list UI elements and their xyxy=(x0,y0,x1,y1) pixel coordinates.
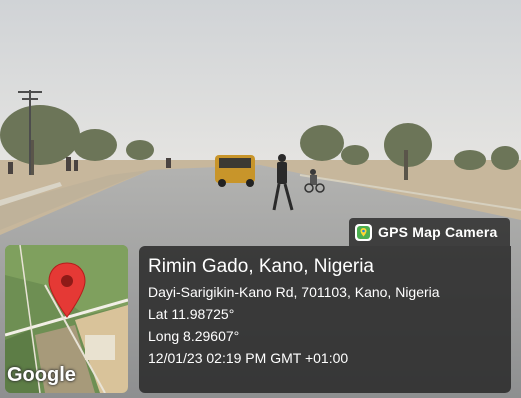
place-title: Rimin Gado, Kano, Nigeria xyxy=(148,256,374,277)
longitude-line: Long 8.29607° xyxy=(148,328,240,344)
map-thumbnail[interactable]: Google xyxy=(5,245,128,393)
latitude-line: Lat 11.98725° xyxy=(148,306,235,322)
datetime-line: 12/01/23 02:19 PM GMT +01:00 xyxy=(148,350,349,366)
tricycle-vehicle xyxy=(215,155,255,187)
location-info-card: Rimin Gado, Kano, Nigeria Dayi-Sarigikin… xyxy=(139,246,511,393)
app-badge-label: GPS Map Camera xyxy=(378,224,498,240)
gps-map-camera-badge: GPS Map Camera xyxy=(349,218,510,246)
address-line: Dayi-Sarigikin-Kano Rd, 701103, Kano, Ni… xyxy=(148,284,440,300)
google-logo: Google xyxy=(7,364,76,386)
map-pin-app-icon xyxy=(355,223,372,241)
